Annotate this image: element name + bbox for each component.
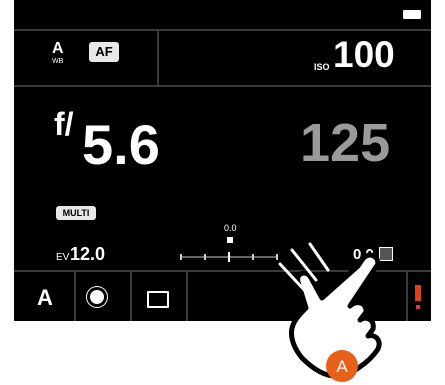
aperture-prefix: f/ [54, 106, 74, 142]
focus-mode-badge[interactable]: AF [89, 42, 119, 62]
divider-bottom-3 [186, 272, 188, 321]
exposure-scale-value: 0.0 [224, 223, 237, 233]
pointing-hand-icon: A [278, 242, 382, 382]
divider-bottom-2 [130, 272, 132, 321]
recording-indicator-dot-icon [416, 305, 420, 309]
aspect-ratio-icon[interactable] [147, 291, 169, 308]
divider-top-left [157, 29, 159, 85]
ev-label: EV [56, 252, 70, 263]
battery-icon [403, 10, 421, 19]
white-balance-sub-label: WB [52, 58, 64, 65]
exposure-scale-pointer-icon [227, 237, 233, 243]
iso-value[interactable]: 100 [333, 34, 395, 76]
aperture-value[interactable]: 5.6 [82, 112, 160, 177]
divider-mid [14, 85, 431, 87]
metering-mode-badge[interactable]: MULTI [56, 206, 96, 220]
divider-bottom-1 [74, 272, 76, 321]
white-balance-value[interactable]: A [52, 40, 64, 58]
divider-top [14, 29, 431, 31]
annotation-marker-label: A [336, 357, 348, 376]
shutter-speed-value[interactable]: 125 [300, 112, 390, 174]
metering-icon[interactable] [90, 290, 104, 304]
recording-indicator-icon [415, 285, 421, 301]
exposure-scale-icon [180, 252, 278, 262]
iso-label: ISO [314, 62, 330, 72]
ev-value: 12.0 [70, 244, 106, 264]
shooting-mode-value[interactable]: A [37, 285, 53, 311]
